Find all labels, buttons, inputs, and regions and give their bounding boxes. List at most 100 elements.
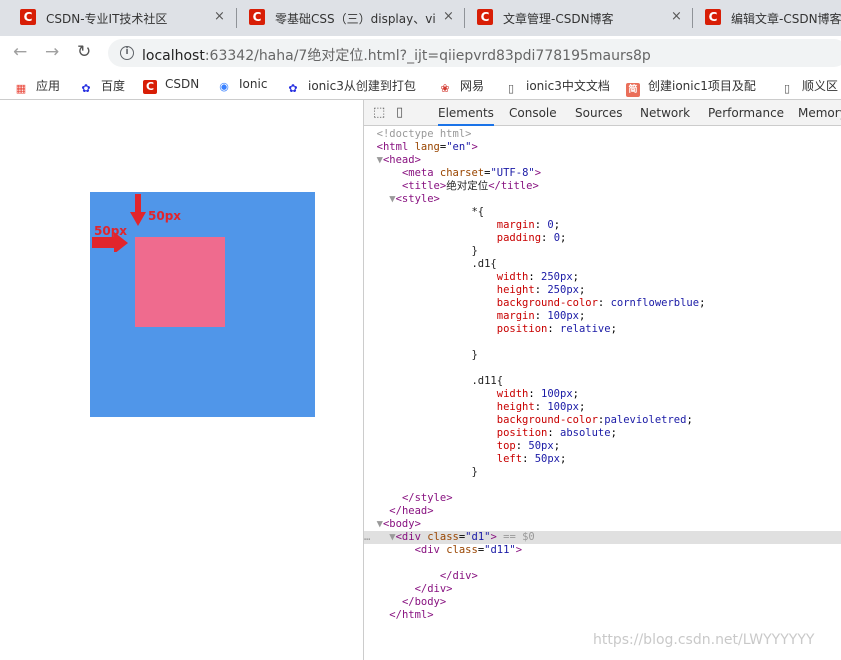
- code-line[interactable]: [364, 336, 841, 349]
- code-line[interactable]: }: [364, 245, 841, 258]
- tab-title: CSDN-专业IT技术社区: [46, 12, 168, 26]
- info-icon[interactable]: i: [120, 46, 134, 60]
- tab-elements[interactable]: Elements: [438, 106, 494, 126]
- code-line[interactable]: </body>: [364, 596, 841, 609]
- doc-icon: ▯: [783, 82, 791, 95]
- bookmark-apps[interactable]: ▦ 应用: [14, 77, 60, 96]
- code-line[interactable]: .d1{: [364, 258, 841, 271]
- code-line[interactable]: </div>: [364, 583, 841, 596]
- doc-icon: ▯: [507, 82, 515, 95]
- bookmark-label: 顺义区: [802, 79, 839, 93]
- arrow-annotations: [92, 194, 146, 252]
- code-line[interactable]: left: 50px;: [364, 453, 841, 466]
- tab-title: 零基础CSS（三）display、vis: [275, 12, 435, 26]
- inner-box-d11: [135, 237, 225, 327]
- code-line[interactable]: position: absolute;: [364, 427, 841, 440]
- back-icon[interactable]: ←: [13, 43, 27, 61]
- csdn-icon: C: [249, 9, 265, 25]
- csdn-icon: C: [705, 9, 721, 25]
- code-line[interactable]: margin: 0;: [364, 219, 841, 232]
- bookmark-baidu[interactable]: ✿ 百度: [79, 77, 125, 96]
- reload-icon[interactable]: ↻: [77, 43, 91, 61]
- code-line[interactable]: .d11{: [364, 375, 841, 388]
- code-line[interactable]: *{: [364, 206, 841, 219]
- code-line-selected[interactable]: … ▼<div class="d1"> == $0: [364, 531, 841, 544]
- code-line[interactable]: <html lang="en">: [364, 141, 841, 154]
- code-line[interactable]: <div class="d11">: [364, 544, 841, 557]
- tab-title: 文章管理-CSDN博客: [503, 12, 614, 26]
- code-line[interactable]: height: 250px;: [364, 284, 841, 297]
- code-line[interactable]: [364, 479, 841, 492]
- code-line[interactable]: top: 50px;: [364, 440, 841, 453]
- bookmark-label: Ionic: [239, 77, 268, 91]
- code-line[interactable]: </head>: [364, 505, 841, 518]
- bookmark-netease[interactable]: ❀ 网易: [438, 77, 484, 96]
- tab-network[interactable]: Network: [640, 106, 690, 120]
- code-line[interactable]: ▼<style>: [364, 193, 841, 206]
- code-line[interactable]: </html>: [364, 609, 841, 622]
- bookmark-label: 应用: [36, 79, 61, 93]
- tab-console[interactable]: Console: [509, 106, 557, 120]
- url-path: :63342/haha/7绝对定位.html?_ijt=qiiepvrd83pd…: [204, 48, 651, 64]
- code-line[interactable]: height: 100px;: [364, 401, 841, 414]
- tab-performance[interactable]: Performance: [708, 106, 784, 120]
- bookmark-label: ionic3从创建到打包: [308, 79, 416, 93]
- tab-csdn-home[interactable]: C CSDN-专业IT技术社区 ×: [8, 0, 236, 36]
- ionic-icon: ◉: [219, 80, 229, 93]
- close-icon[interactable]: ×: [214, 9, 225, 24]
- code-line[interactable]: position: relative;: [364, 323, 841, 336]
- code-line[interactable]: ▼<head>: [364, 154, 841, 167]
- code-line[interactable]: }: [364, 349, 841, 362]
- page-viewport: 50px 50px: [0, 100, 363, 660]
- bookmark-ionic3-docs[interactable]: ▯ ionic3中文文档: [504, 77, 610, 96]
- code-line[interactable]: background-color:palevioletred;: [364, 414, 841, 427]
- address-bar: ← → ↻ i localhost:63342/haha/7绝对定位.html?…: [0, 36, 841, 69]
- tab-sources[interactable]: Sources: [575, 106, 622, 120]
- arrow-down-icon: [130, 194, 146, 226]
- code-line[interactable]: }: [364, 466, 841, 479]
- bookmark-label: 创建ionic1项目及配: [648, 79, 756, 93]
- code-line[interactable]: <meta charset="UTF-8">: [364, 167, 841, 180]
- code-line[interactable]: padding: 0;: [364, 232, 841, 245]
- apps-icon: ▦: [15, 82, 27, 95]
- code-line[interactable]: margin: 100px;: [364, 310, 841, 323]
- bookmark-ionic1-project[interactable]: 简创建ionic1项目及配: [626, 77, 756, 97]
- code-line[interactable]: width: 100px;: [364, 388, 841, 401]
- url-host: localhost: [142, 48, 205, 64]
- tab-css-article[interactable]: C 零基础CSS（三）display、vis ×: [237, 0, 465, 36]
- baidu-icon: ✿: [288, 82, 298, 95]
- code-line[interactable]: ▼<body>: [364, 518, 841, 531]
- bookmark-label: ionic3中文文档: [526, 79, 610, 93]
- device-toggle-icon[interactable]: ▯: [396, 105, 403, 120]
- code-line[interactable]: </style>: [364, 492, 841, 505]
- bookmark-csdn[interactable]: C CSDN: [143, 77, 199, 94]
- csdn-icon: C: [143, 80, 157, 94]
- top-offset-label: 50px: [148, 209, 182, 223]
- baidu-icon: ✿: [81, 82, 91, 95]
- bookmark-shunyi[interactable]: ▯ 顺义区: [780, 77, 838, 96]
- url-text[interactable]: localhost:63342/haha/7绝对定位.html?_ijt=qii…: [142, 45, 651, 65]
- bookmark-ionic[interactable]: ◉ Ionic: [217, 77, 267, 94]
- tab-edit-article[interactable]: C 编辑文章-CSDN博客: [693, 0, 841, 36]
- code-line[interactable]: <!doctype html>: [364, 128, 841, 141]
- code-line[interactable]: background-color: cornflowerblue;: [364, 297, 841, 310]
- tab-article-manage[interactable]: C 文章管理-CSDN博客 ×: [465, 0, 693, 36]
- devtools-toolbar: ⬚ ▯ Elements Console Sources Network Per…: [364, 100, 841, 126]
- tab-memory[interactable]: Memory: [798, 106, 841, 120]
- code-line[interactable]: [364, 557, 841, 570]
- code-line[interactable]: </div>: [364, 570, 841, 583]
- elements-tree[interactable]: <!doctype html> <html lang="en"> ▼<head>…: [364, 128, 841, 622]
- tab-bar: C CSDN-专业IT技术社区 × C 零基础CSS（三）display、vis…: [0, 0, 841, 36]
- forward-icon[interactable]: →: [45, 43, 59, 61]
- bookmark-ionic3-build[interactable]: ✿ ionic3从创建到打包: [286, 77, 416, 96]
- code-line[interactable]: width: 250px;: [364, 271, 841, 284]
- close-icon[interactable]: ×: [443, 9, 454, 24]
- code-line[interactable]: <title>绝对定位</title>: [364, 180, 841, 193]
- inspect-icon[interactable]: ⬚: [373, 105, 385, 120]
- close-icon[interactable]: ×: [671, 9, 682, 24]
- bookmarks-bar: ▦ 应用 ✿ 百度 C CSDN ◉ Ionic ✿ ionic3从创建到打包 ❀ 网易 ▯…: [0, 69, 841, 100]
- bookmark-label: 百度: [101, 79, 126, 93]
- watermark: https://blog.csdn.net/LWYYYYYY: [593, 632, 815, 648]
- url-box[interactable]: i localhost:63342/haha/7绝对定位.html?_ijt=q…: [108, 39, 841, 67]
- code-line[interactable]: [364, 362, 841, 375]
